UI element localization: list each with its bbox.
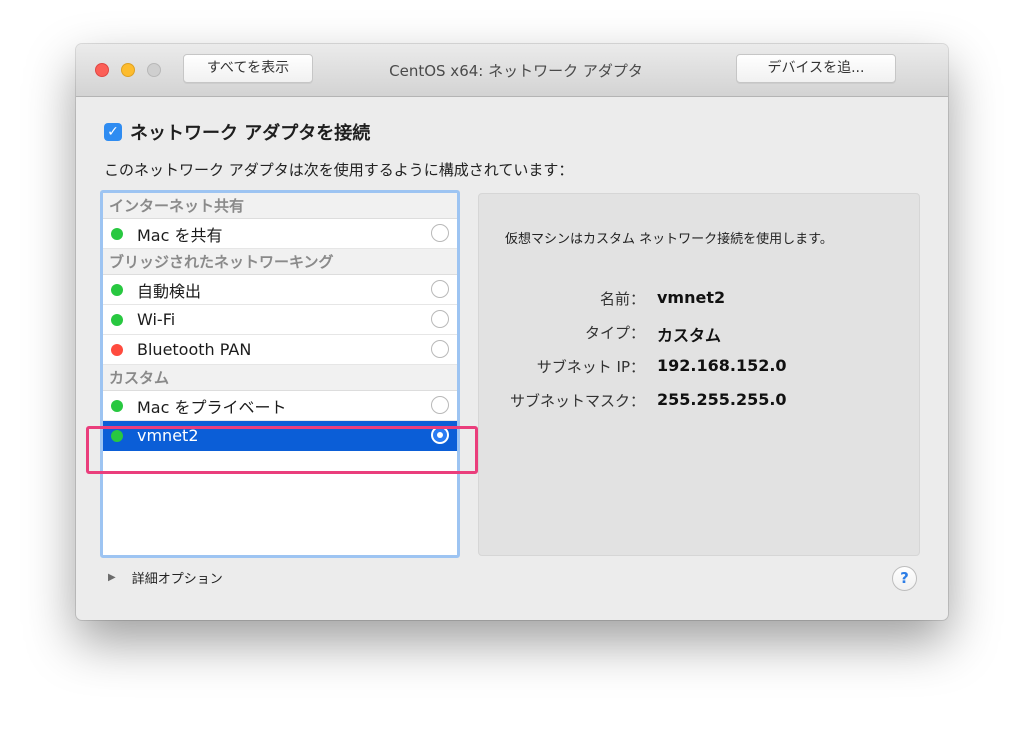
detail-value-subnet-ip: 192.168.152.0 xyxy=(657,356,787,375)
detail-value-name: vmnet2 xyxy=(657,288,726,307)
selection-highlight-box xyxy=(86,426,478,474)
status-dot-icon xyxy=(111,399,123,412)
config-description: このネットワーク アダプタは次を使用するように構成されています： xyxy=(104,161,574,179)
details-message: 仮想マシンはカスタム ネットワーク接続を使用します。 xyxy=(505,232,833,247)
detail-row-type: タイプ： カスタム xyxy=(479,322,921,346)
detail-row-subnet-ip: サブネット IP： 192.168.152.0 xyxy=(479,356,921,380)
radio-button[interactable] xyxy=(431,310,449,328)
group-header: ブリッジされたネットワーキング xyxy=(103,249,457,275)
close-window-button[interactable] xyxy=(95,63,109,77)
detail-label-type: タイプ： xyxy=(584,324,645,342)
connect-adapter-row[interactable]: ✓ ネットワーク アダプタを接続 xyxy=(104,121,371,144)
network-item-label: 自動検出 xyxy=(137,281,202,301)
radio-button[interactable] xyxy=(431,340,449,358)
status-dot-icon xyxy=(111,343,123,356)
help-button[interactable]: ? xyxy=(892,566,917,591)
preferences-window: すべてを表示 CentOS x64: ネットワーク アダプタ デバイスを追...… xyxy=(76,44,948,620)
disclosure-triangle-icon[interactable]: ▶ xyxy=(108,572,116,583)
network-item-label: Bluetooth PAN xyxy=(137,340,252,359)
network-item-label: Wi-Fi xyxy=(137,310,176,329)
group-header: インターネット共有 xyxy=(103,193,457,219)
network-item-label: Mac を共有 xyxy=(137,225,223,245)
network-list-item[interactable]: Wi-Fi xyxy=(103,305,457,335)
network-list-item[interactable]: Mac を共有 xyxy=(103,219,457,249)
connect-label: ネットワーク アダプタを接続 xyxy=(130,123,371,144)
add-device-button[interactable]: デバイスを追... xyxy=(736,54,896,83)
advanced-options-toggle[interactable]: ▶ 詳細オプション xyxy=(108,568,223,587)
connect-checkbox[interactable]: ✓ xyxy=(104,123,122,141)
show-all-button[interactable]: すべてを表示 xyxy=(183,54,313,83)
network-list-item[interactable]: 自動検出 xyxy=(103,275,457,305)
detail-label-subnet-ip: サブネット IP： xyxy=(536,358,645,376)
zoom-window-button[interactable] xyxy=(147,63,161,77)
network-list-item[interactable]: Mac をプライベート xyxy=(103,391,457,421)
status-dot-icon xyxy=(111,283,123,296)
title-bar: すべてを表示 CentOS x64: ネットワーク アダプタ デバイスを追... xyxy=(76,44,948,97)
radio-button[interactable] xyxy=(431,224,449,242)
help-icon: ? xyxy=(900,569,909,587)
window-title: CentOS x64: ネットワーク アダプタ xyxy=(389,62,643,80)
network-source-list[interactable]: インターネット共有 Mac を共有ブリッジされたネットワーキング自動検出 Wi-Fi… xyxy=(100,190,460,558)
checkmark-icon: ✓ xyxy=(107,124,119,140)
network-details-panel: 仮想マシンはカスタム ネットワーク接続を使用します。 名前： vmnet2 タイ… xyxy=(478,193,920,556)
detail-label-subnet-mask: サブネットマスク： xyxy=(509,392,645,410)
status-dot-icon xyxy=(111,313,123,326)
advanced-options-label: 詳細オプション xyxy=(131,572,223,587)
network-list-item[interactable]: Bluetooth PAN xyxy=(103,335,457,365)
radio-button[interactable] xyxy=(431,280,449,298)
minimize-window-button[interactable] xyxy=(121,63,135,77)
detail-value-subnet-mask: 255.255.255.0 xyxy=(657,390,787,409)
radio-button[interactable] xyxy=(431,396,449,414)
status-dot-icon xyxy=(111,227,123,240)
network-list-content: インターネット共有 Mac を共有ブリッジされたネットワーキング自動検出 Wi-Fi… xyxy=(103,193,457,451)
network-item-label: Mac をプライベート xyxy=(137,397,287,417)
detail-row-subnet-mask: サブネットマスク： 255.255.255.0 xyxy=(479,390,921,414)
detail-value-type: カスタム xyxy=(657,326,722,345)
detail-row-name: 名前： vmnet2 xyxy=(479,288,921,312)
group-header: カスタム xyxy=(103,365,457,391)
detail-label-name: 名前： xyxy=(599,290,645,308)
